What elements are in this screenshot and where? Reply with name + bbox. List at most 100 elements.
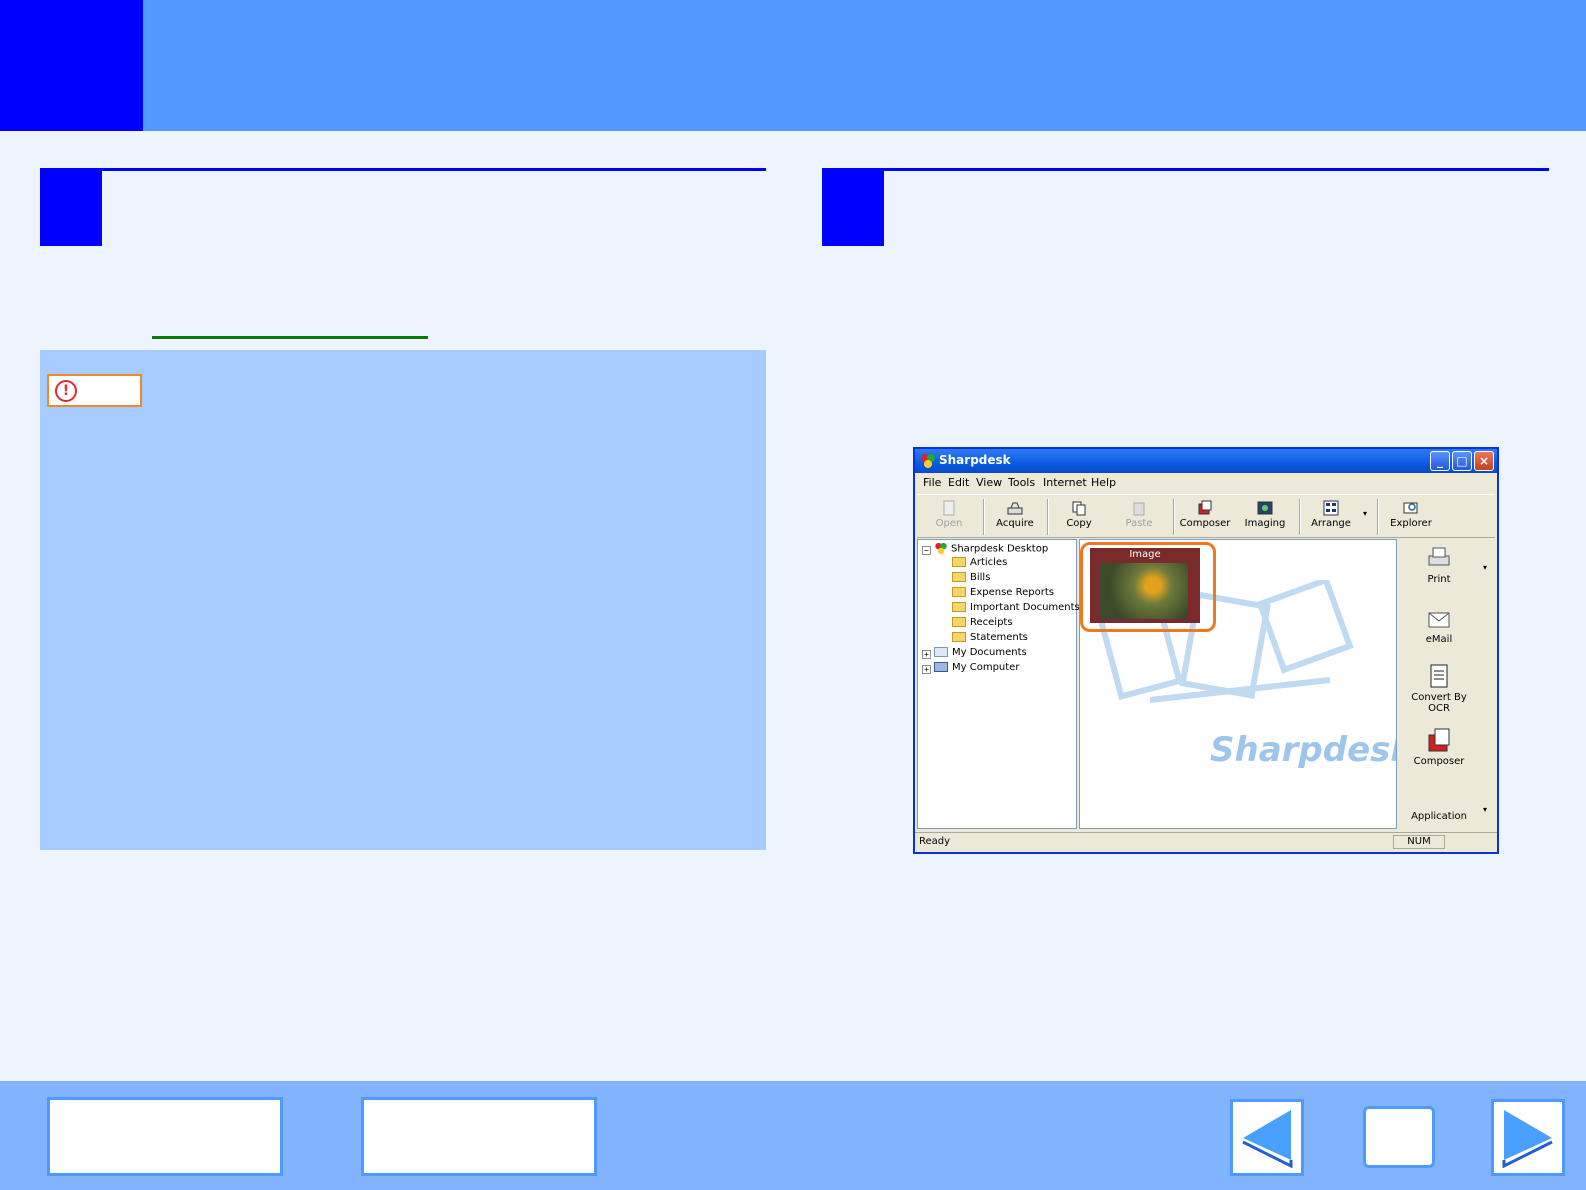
step-1-number-block	[40, 169, 102, 246]
explorer-icon	[1403, 502, 1418, 514]
open-icon	[943, 500, 955, 516]
application-panel: Print ▾ eMail Convert By OCR Composer Ap…	[1399, 539, 1495, 829]
tree-folder-label: Important Documents	[970, 602, 1080, 613]
folder-icon	[952, 587, 966, 597]
side-composer-label: Composer	[1413, 756, 1465, 767]
my-computer-icon	[934, 662, 948, 672]
num-lock-indicator: NUM	[1393, 835, 1445, 849]
tree-node-my-computer[interactable]: My Computer	[934, 662, 1019, 673]
step-2-number-block	[822, 169, 884, 246]
minimize-button[interactable]: _	[1430, 451, 1450, 471]
section-2-rule	[822, 168, 1549, 171]
tree-folder-expense-reports[interactable]: Expense Reports	[952, 587, 1054, 598]
folder-icon	[952, 557, 966, 567]
menu-tools[interactable]: Tools	[1008, 476, 1035, 489]
toolbar-imaging-label: Imaging	[1244, 518, 1286, 529]
toolbar-paste-button[interactable]: Paste	[1111, 497, 1167, 535]
tree-folder-articles[interactable]: Articles	[952, 557, 1007, 568]
page-header	[0, 0, 1586, 131]
maximize-button[interactable]: □	[1452, 451, 1472, 471]
paste-icon	[1133, 502, 1145, 516]
composer-icon	[1198, 500, 1212, 515]
sharpdesk-watermark: Sharpdesk	[1210, 730, 1397, 770]
tree-folder-label: Articles	[970, 557, 1008, 568]
previous-page-button[interactable]	[1230, 1099, 1304, 1176]
status-text: Ready	[919, 836, 951, 847]
toolbar-arrange-button[interactable]: Arrange	[1303, 497, 1359, 535]
side-email-label: eMail	[1425, 634, 1453, 645]
sharpdesk-desktop-icon	[935, 542, 947, 555]
close-button[interactable]: ×	[1474, 451, 1494, 471]
tree-folder-label: Statements	[970, 632, 1028, 643]
copy-icon	[1072, 501, 1086, 516]
menu-file[interactable]: File	[923, 476, 941, 489]
arrange-dropdown-icon[interactable]: ▾	[1363, 509, 1367, 518]
application-footer[interactable]: Application	[1399, 811, 1479, 822]
page-number-box[interactable]	[1363, 1106, 1435, 1168]
toolbar-separator	[1173, 499, 1175, 535]
tree-node-my-documents[interactable]: My Documents	[934, 647, 1027, 658]
footer-button-1[interactable]	[47, 1097, 283, 1176]
toolbar-copy-label: Copy	[1066, 518, 1092, 529]
tree-root-label: Sharpdesk Desktop	[951, 543, 1049, 555]
menu-view[interactable]: View	[976, 476, 1002, 489]
scanner-icon	[1007, 502, 1023, 515]
toolbar-imaging-button[interactable]: Imaging	[1237, 497, 1293, 535]
toolbar-separator	[1377, 499, 1379, 535]
toolbar-explorer-button[interactable]: Explorer	[1383, 497, 1439, 535]
window-title: Sharpdesk	[939, 453, 1011, 467]
side-ocr-label: Convert By OCR	[1411, 692, 1467, 714]
ocr-icon	[1430, 664, 1448, 688]
side-ocr-button[interactable]: Convert By OCR	[1399, 663, 1479, 714]
toolbar-separator	[983, 499, 985, 535]
window-titlebar[interactable]: Sharpdesk _ □ ×	[915, 449, 1497, 473]
section-1-rule	[40, 168, 766, 171]
tree-folder-receipts[interactable]: Receipts	[952, 617, 1013, 628]
toolbar-composer-label: Composer	[1179, 518, 1231, 529]
thumbnail-highlight	[1080, 542, 1216, 632]
document-view: Sharpdesk Image	[1079, 539, 1397, 829]
link-underline[interactable]	[152, 336, 428, 339]
tree-folder-label: Expense Reports	[970, 587, 1054, 598]
left-arrow-icon	[1242, 1110, 1293, 1169]
toolbar-open-label: Open	[935, 518, 963, 529]
arrange-icon	[1323, 500, 1339, 516]
tree-collapse-toggle[interactable]: −	[922, 546, 931, 555]
toolbar-copy-button[interactable]: Copy	[1051, 497, 1107, 535]
tree-folder-label: Receipts	[970, 617, 1013, 628]
side-email-button[interactable]: eMail	[1399, 605, 1479, 645]
menu-help[interactable]: Help	[1091, 476, 1116, 489]
caution-tag: !	[47, 374, 142, 407]
email-icon	[1428, 612, 1450, 628]
tree-folder-statements[interactable]: Statements	[952, 632, 1028, 643]
tree-node-root[interactable]: Sharpdesk Desktop	[934, 542, 1048, 555]
toolbar-composer-button[interactable]: Composer	[1177, 497, 1233, 535]
caution-icon: !	[55, 380, 77, 402]
toolbar: Open Acquire Copy Paste Composer Imaging…	[917, 494, 1495, 538]
side-print-button[interactable]: Print	[1399, 545, 1479, 585]
menu-internet[interactable]: Internet	[1043, 476, 1087, 489]
side-print-label: Print	[1427, 574, 1451, 585]
tree-folder-important-documents[interactable]: Important Documents	[952, 602, 1080, 613]
application-dropdown-icon[interactable]: ▾	[1483, 805, 1487, 814]
right-arrow-icon	[1502, 1110, 1553, 1169]
next-page-button[interactable]	[1491, 1099, 1565, 1176]
tree-folder-bills[interactable]: Bills	[952, 572, 990, 583]
tree-expand-toggle[interactable]: +	[922, 650, 931, 659]
footer-button-2[interactable]	[361, 1097, 597, 1176]
my-documents-icon	[934, 647, 948, 657]
sharpdesk-app-icon	[921, 454, 935, 468]
caution-panel	[40, 350, 766, 850]
toolbar-acquire-button[interactable]: Acquire	[987, 497, 1043, 535]
print-dropdown-icon[interactable]: ▾	[1483, 563, 1487, 572]
side-composer-button[interactable]: Composer	[1399, 727, 1479, 767]
composer-binder-icon	[1428, 728, 1450, 752]
folder-tree: − Sharpdesk Desktop Articles Bills Expen…	[917, 539, 1080, 829]
folder-icon	[952, 602, 966, 612]
tree-node-label: My Computer	[952, 662, 1020, 673]
toolbar-paste-label: Paste	[1125, 518, 1153, 529]
toolbar-open-button[interactable]: Open	[921, 497, 977, 535]
menu-bar: File Edit View Tools Internet Help	[915, 474, 1497, 492]
menu-edit[interactable]: Edit	[948, 476, 969, 489]
tree-expand-toggle[interactable]: +	[922, 665, 931, 674]
